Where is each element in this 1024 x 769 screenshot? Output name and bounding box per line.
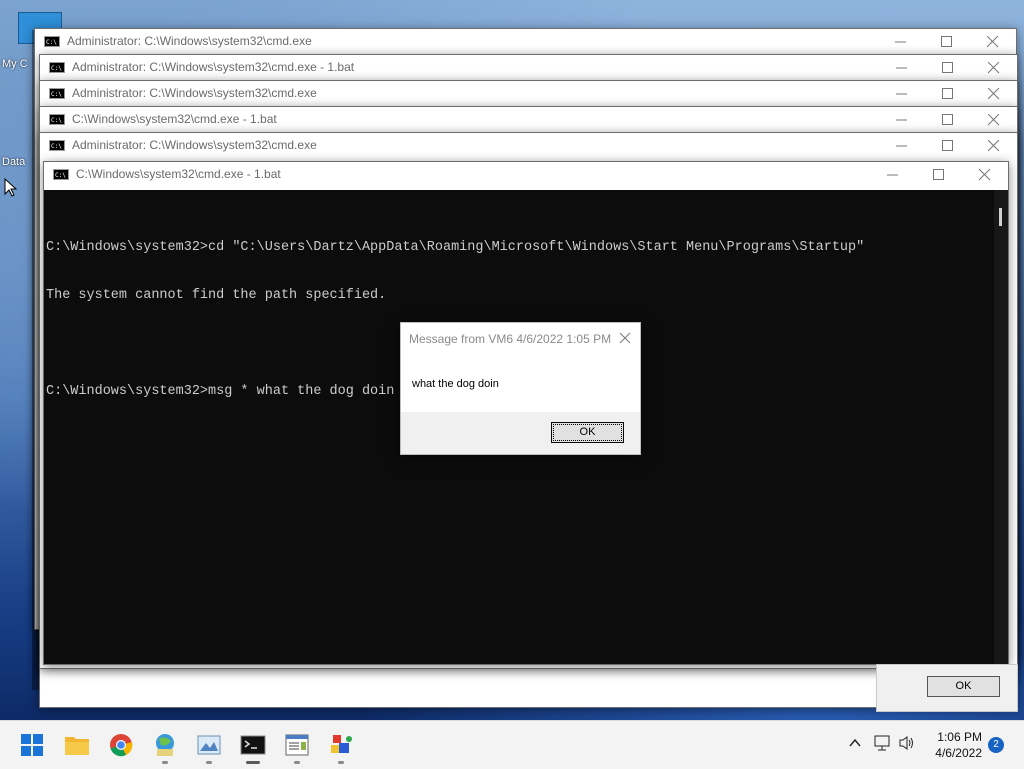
system-clock[interactable]: 1:06 PM 4/6/2022	[930, 729, 982, 761]
window-titlebar[interactable]: C:\ Administrator: C:\Windows\system32\c…	[40, 55, 1017, 80]
minimize-button[interactable]	[870, 162, 916, 187]
network-icon[interactable]	[874, 735, 892, 751]
desktop-icon-label: Data	[2, 156, 26, 168]
active-indicator	[246, 761, 260, 764]
window-title: Administrator: C:\Windows\system32\cmd.e…	[72, 138, 317, 152]
maximize-button[interactable]	[924, 29, 970, 54]
maximize-button[interactable]	[916, 162, 962, 187]
cmd-icon: C:\	[44, 36, 60, 47]
maximize-button[interactable]	[925, 133, 971, 158]
background-dialog-footer: OK	[876, 664, 1018, 712]
console-line: C:\Windows\system32>cd "C:\Users\Dartz\A…	[46, 240, 865, 255]
close-button[interactable]	[970, 29, 1016, 54]
window-titlebar[interactable]: C:\ C:\Windows\system32\cmd.exe - 1.bat	[44, 162, 1008, 187]
window-titlebar[interactable]: C:\ C:\Windows\system32\cmd.exe - 1.bat	[40, 107, 1017, 132]
cmd-icon: C:\	[49, 62, 65, 73]
cube-app-icon[interactable]	[327, 731, 355, 759]
start-icon[interactable]	[18, 731, 46, 759]
background-ok-button[interactable]: OK	[927, 676, 1000, 697]
window-title: Administrator: C:\Windows\system32\cmd.e…	[67, 34, 312, 48]
running-indicator	[162, 761, 168, 764]
scrollbar-thumb[interactable]	[999, 208, 1002, 226]
cmd-icon: C:\	[49, 88, 65, 99]
dialog-footer: OK	[401, 412, 640, 454]
minimize-button[interactable]	[878, 29, 924, 54]
dialog-title: Message from VM6 4/6/2022 1:05 PM	[409, 332, 612, 346]
taskbar: 1:06 PM 4/6/2022 2	[0, 720, 1024, 769]
cmd-icon: C:\	[49, 114, 65, 125]
console-scrollbar[interactable]	[994, 190, 1008, 664]
notification-badge[interactable]: 2	[988, 737, 1004, 753]
window-title: Administrator: C:\Windows\system32\cmd.e…	[72, 60, 355, 74]
window-title: C:\Windows\system32\cmd.exe - 1.bat	[76, 167, 281, 181]
running-indicator	[338, 761, 344, 764]
window-titlebar[interactable]: C:\ Administrator: C:\Windows\system32\c…	[35, 29, 1016, 54]
window-title: C:\Windows\system32\cmd.exe - 1.bat	[72, 112, 277, 126]
file-explorer-icon[interactable]	[63, 731, 91, 759]
message-dialog[interactable]: Message from VM6 4/6/2022 1:05 PM what t…	[400, 322, 641, 455]
chrome-icon[interactable]	[107, 731, 135, 759]
minimize-button[interactable]	[879, 55, 925, 80]
window-title: Administrator: C:\Windows\system32\cmd.e…	[72, 86, 317, 100]
close-button[interactable]	[971, 81, 1017, 106]
running-indicator	[206, 761, 212, 764]
maximize-button[interactable]	[925, 81, 971, 106]
minimize-button[interactable]	[879, 133, 925, 158]
close-button[interactable]	[971, 133, 1017, 158]
desktop-icon-label: My C	[2, 58, 28, 70]
close-button[interactable]	[962, 162, 1008, 187]
mouse-pointer-icon	[4, 177, 18, 201]
cmd-icon[interactable]	[239, 731, 267, 759]
console-line: C:\Windows\system32>msg * what the dog d…	[46, 384, 395, 399]
desktop: My C Data C:\ Administrator: C:\Windows\…	[0, 0, 1024, 720]
clock-time: 1:06 PM	[937, 730, 982, 744]
wordpad-icon[interactable]	[283, 731, 311, 759]
dialog-message: what the dog doin	[412, 378, 499, 390]
minimize-button[interactable]	[879, 81, 925, 106]
close-button[interactable]	[971, 55, 1017, 80]
dialog-close-icon[interactable]	[616, 329, 634, 347]
close-button[interactable]	[971, 107, 1017, 132]
running-indicator	[294, 761, 300, 764]
cmd-icon: C:\	[49, 140, 65, 151]
cmd-icon: C:\	[53, 169, 69, 180]
chevron-up-icon[interactable]	[848, 736, 862, 750]
window-titlebar[interactable]: C:\ Administrator: C:\Windows\system32\c…	[40, 133, 1017, 158]
photo-app-icon[interactable]	[195, 731, 223, 759]
network-globe-icon[interactable]	[151, 731, 179, 759]
ok-button[interactable]: OK	[551, 422, 624, 443]
console-line: The system cannot find the path specifie…	[46, 288, 387, 303]
volume-icon[interactable]	[898, 735, 916, 751]
maximize-button[interactable]	[925, 107, 971, 132]
clock-date: 4/6/2022	[935, 746, 982, 760]
maximize-button[interactable]	[925, 55, 971, 80]
window-titlebar[interactable]: C:\ Administrator: C:\Windows\system32\c…	[40, 81, 1017, 106]
minimize-button[interactable]	[879, 107, 925, 132]
